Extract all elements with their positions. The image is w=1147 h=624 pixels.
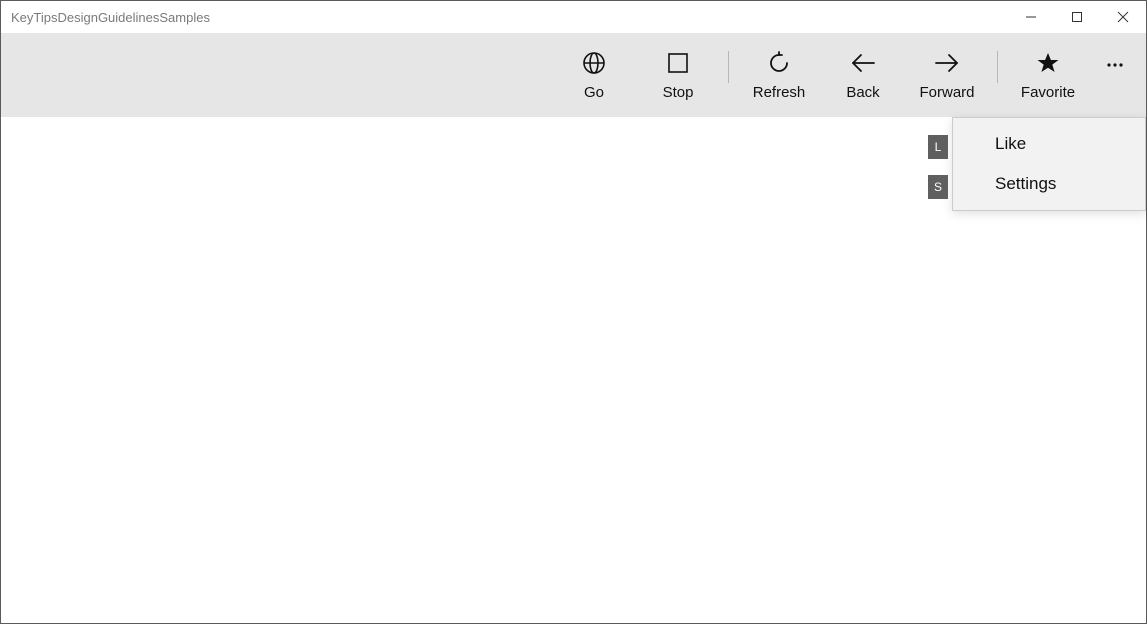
flyout-item-label: Settings	[995, 174, 1056, 194]
flyout-item-label: Like	[995, 134, 1026, 154]
minimize-icon	[1025, 11, 1037, 23]
window-controls	[1008, 1, 1146, 33]
separator	[728, 51, 729, 83]
favorite-label: Favorite	[1021, 84, 1075, 101]
stop-button[interactable]: Stop	[636, 33, 720, 117]
refresh-label: Refresh	[753, 84, 806, 101]
maximize-icon	[1071, 11, 1083, 23]
forward-arrow-icon	[934, 50, 960, 76]
go-label: Go	[584, 84, 604, 101]
separator	[997, 51, 998, 83]
forward-label: Forward	[919, 84, 974, 101]
more-flyout: Like Settings	[952, 117, 1146, 211]
command-bar: Go Stop Refresh Back	[1, 33, 1146, 117]
ellipsis-icon	[1105, 55, 1125, 75]
window-title: KeyTipsDesignGuidelinesSamples	[11, 10, 1008, 25]
flyout-item-settings[interactable]: Settings	[953, 164, 1145, 204]
back-button[interactable]: Back	[821, 33, 905, 117]
more-button[interactable]	[1090, 33, 1140, 117]
favorite-button[interactable]: Favorite	[1006, 33, 1090, 117]
title-bar: KeyTipsDesignGuidelinesSamples	[1, 1, 1146, 33]
minimize-button[interactable]	[1008, 1, 1054, 33]
stop-icon	[667, 50, 689, 76]
stop-label: Stop	[663, 84, 694, 101]
back-label: Back	[846, 84, 879, 101]
keytip-settings: S	[928, 175, 948, 199]
refresh-icon	[767, 50, 791, 76]
close-button[interactable]	[1100, 1, 1146, 33]
forward-button[interactable]: Forward	[905, 33, 989, 117]
close-icon	[1117, 11, 1129, 23]
back-arrow-icon	[850, 50, 876, 76]
globe-icon	[582, 50, 606, 76]
star-icon	[1036, 50, 1060, 76]
refresh-button[interactable]: Refresh	[737, 33, 821, 117]
go-button[interactable]: Go	[552, 33, 636, 117]
flyout-item-like[interactable]: Like	[953, 124, 1145, 164]
maximize-button[interactable]	[1054, 1, 1100, 33]
keytip-like: L	[928, 135, 948, 159]
